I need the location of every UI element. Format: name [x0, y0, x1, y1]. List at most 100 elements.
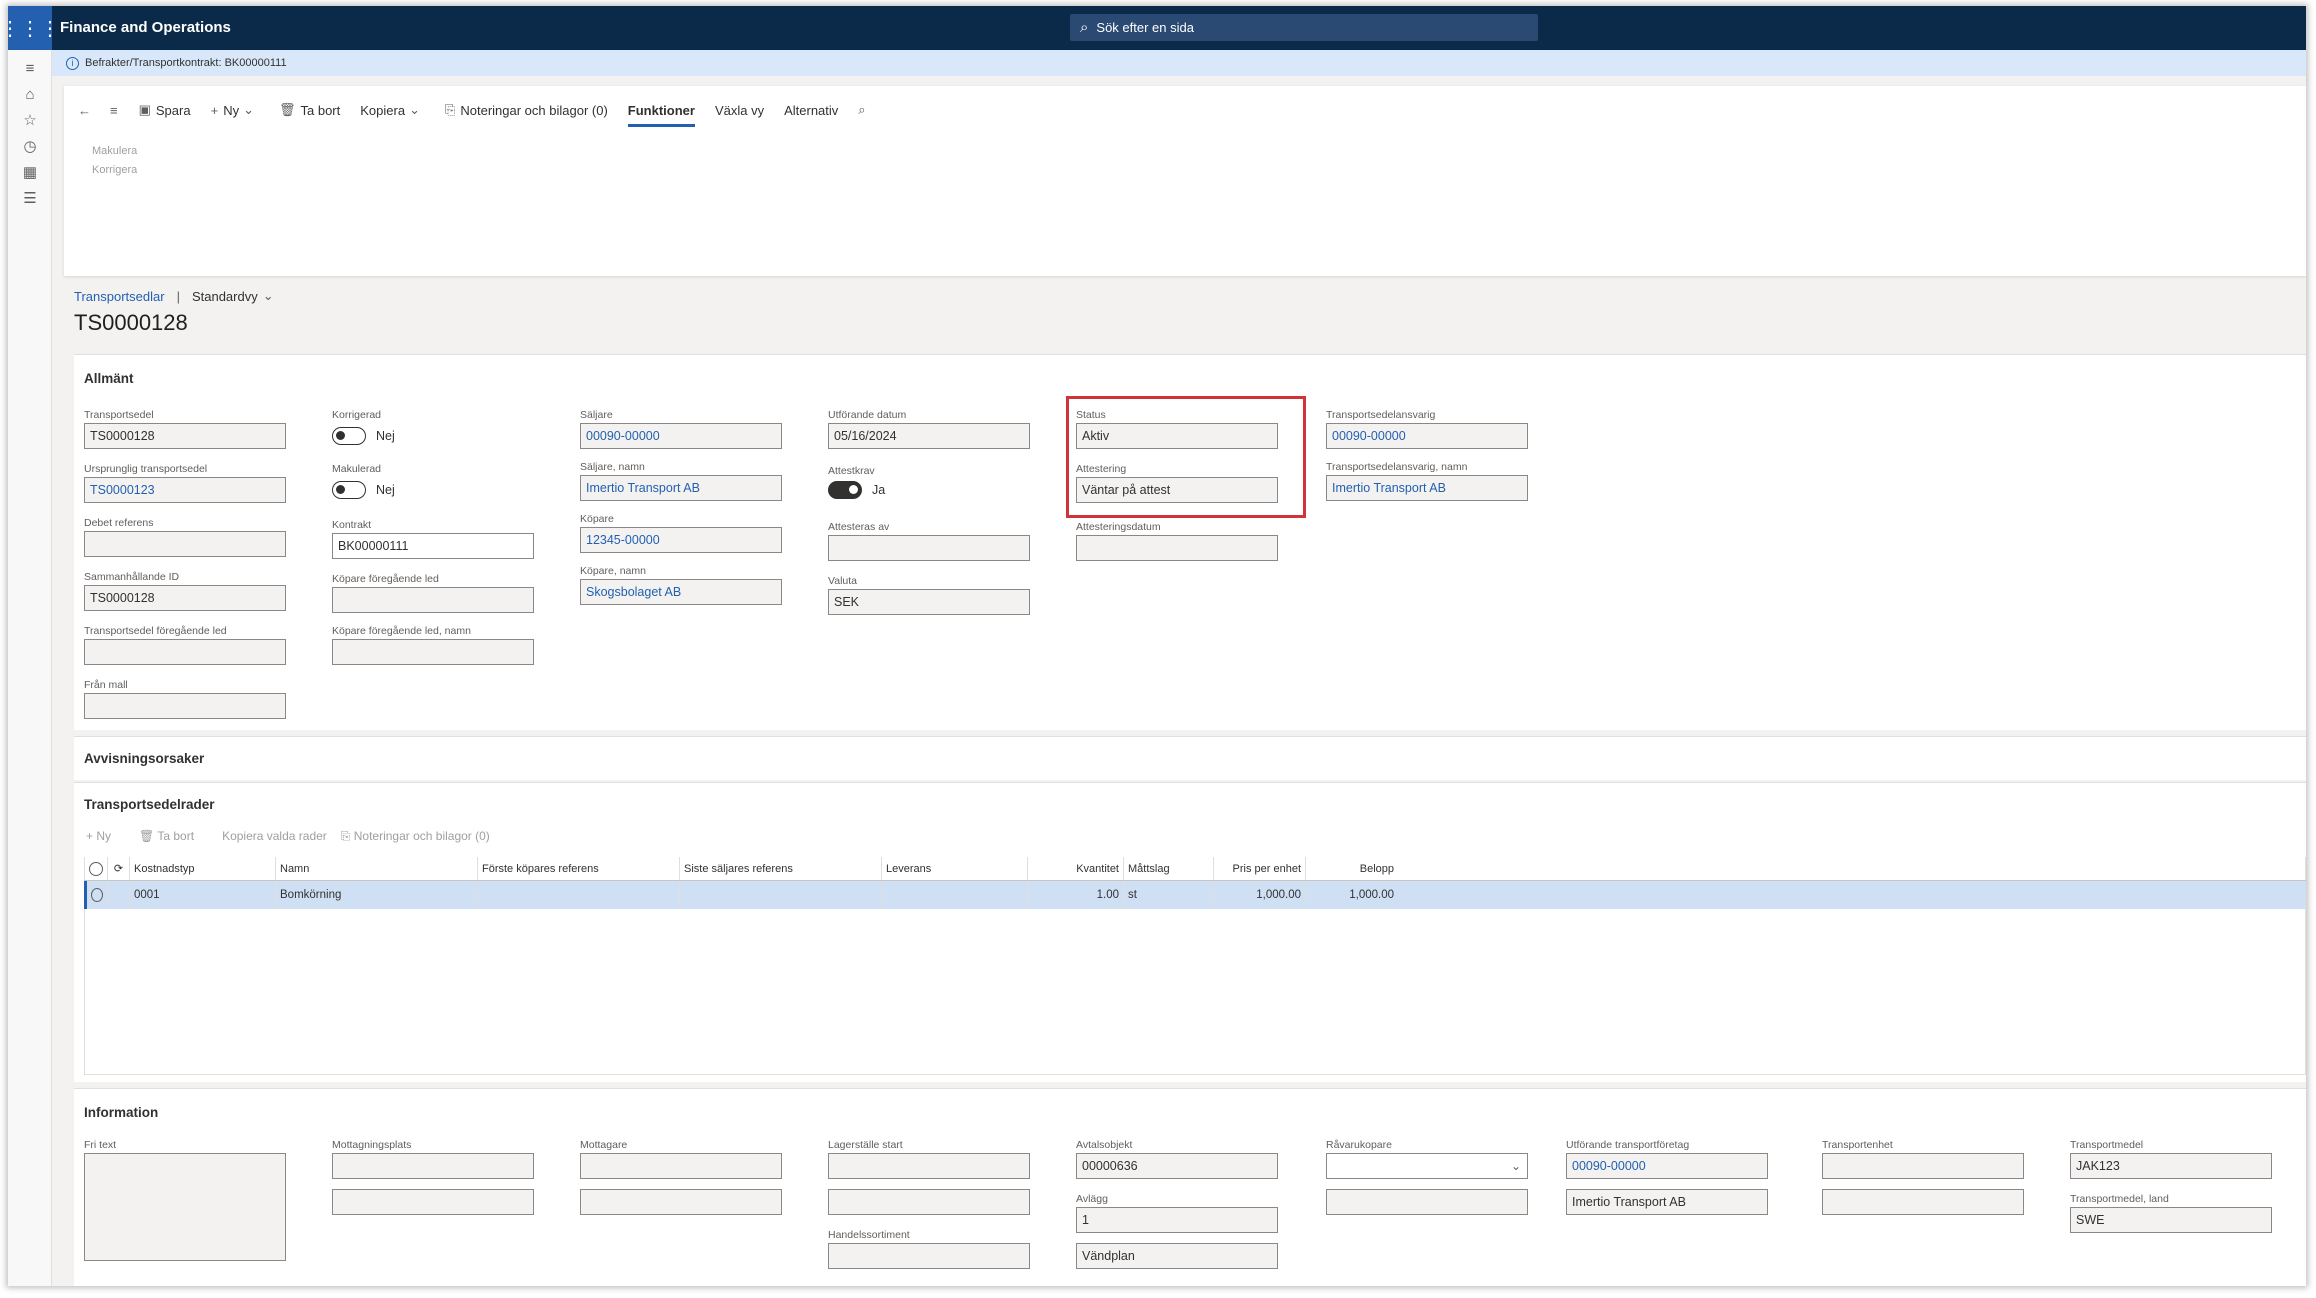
select-all-checkbox[interactable] [84, 857, 108, 880]
avtalsobjekt-field[interactable]: 00000636 [1076, 1153, 1278, 1179]
utforande-transportforetag-field[interactable]: 00090-00000 [1566, 1153, 1768, 1179]
favorites-star-icon[interactable]: ☆ [18, 108, 42, 132]
col-forste-kopares-referens[interactable]: Förste köpares referens [478, 857, 680, 880]
col-siste-saljares-referens[interactable]: Siste säljares referens [680, 857, 882, 880]
kopare-foregaende-field[interactable] [332, 587, 534, 613]
toggle-switch[interactable] [828, 481, 862, 499]
app-launcher-icon[interactable]: ⋮⋮⋮ [8, 6, 60, 50]
tab-funktioner[interactable]: Funktioner [627, 97, 695, 127]
view-selector[interactable]: Standardvy [192, 289, 258, 304]
debet-referens-field[interactable] [84, 531, 286, 557]
cell-kvantitet[interactable]: 1.00 [1028, 881, 1124, 909]
lagerstalle-start-field[interactable] [828, 1153, 1030, 1179]
mottagningsplats-namn-field[interactable] [332, 1189, 534, 1215]
cell-namn[interactable]: Bomkörning [276, 881, 478, 909]
col-mattslag[interactable]: Måttslag [1124, 857, 1214, 880]
transportmedel-land-field[interactable]: SWE [2070, 1207, 2272, 1233]
cell-mattslag[interactable]: st [1124, 881, 1214, 909]
ravarukopare-dropdown[interactable]: ⌄ [1326, 1153, 1528, 1179]
handelssortiment-field[interactable] [828, 1243, 1030, 1269]
col-kvantitet[interactable]: Kvantitet [1028, 857, 1124, 880]
section-information-header[interactable]: Information [84, 1105, 158, 1120]
section-avvisningsorsaker-header[interactable]: Avvisningsorsaker [84, 751, 204, 766]
recent-clock-icon[interactable]: ◷ [18, 134, 42, 158]
makulera-menu-item[interactable]: Makulera [92, 142, 137, 161]
cell-pris-per-enhet[interactable]: 1,000.00 [1214, 881, 1306, 909]
col-namn[interactable]: Namn [276, 857, 478, 880]
makulerad-toggle[interactable]: Nej [332, 481, 395, 499]
mottagare-field[interactable] [580, 1153, 782, 1179]
attesteringsdatum-field[interactable] [1076, 535, 1278, 561]
refresh-icon[interactable]: ⟳ [108, 857, 130, 880]
col-pris-per-enhet[interactable]: Pris per enhet [1214, 857, 1306, 880]
col-leverans[interactable]: Leverans [882, 857, 1028, 880]
grid-delete-button[interactable]: 🗑 Ta bort [139, 829, 208, 844]
cell-siste-saljares-referens[interactable] [680, 881, 882, 909]
fran-mall-field[interactable] [84, 693, 286, 719]
transportsedel-foregaende-field[interactable] [84, 639, 286, 665]
kontrakt-field[interactable]: BK00000111 [332, 533, 534, 559]
lagerstalle-namn-field[interactable] [828, 1189, 1030, 1215]
section-allmant-header[interactable]: Allmänt [84, 371, 134, 386]
notes-label: Noteringar och bilagor (0) [460, 102, 608, 118]
transportsedelansvarig-field[interactable]: 00090-00000 [1326, 423, 1528, 449]
toolbar-search-button[interactable]: ⌕ [858, 86, 870, 134]
cell-kostnadstyp[interactable]: 0001 [130, 881, 276, 909]
valuta-field[interactable]: SEK [828, 589, 1030, 615]
tab-alternativ[interactable]: Alternativ [784, 86, 838, 134]
transportsedelansvarig-namn-field[interactable]: Imertio Transport AB [1326, 475, 1528, 501]
new-button[interactable]: + Ny ⌄ [211, 86, 259, 134]
transportsedel-field[interactable]: TS0000128 [84, 423, 286, 449]
fri-text-field[interactable] [84, 1153, 286, 1261]
ursprunglig-transportsedel-field[interactable]: TS0000123 [84, 477, 286, 503]
cell-forste-kopares-referens[interactable] [478, 881, 680, 909]
cell-belopp[interactable]: 1,000.00 [1306, 881, 1398, 909]
notes-button[interactable]: ⎘ Noteringar och bilagor (0) [445, 86, 608, 134]
sammanhallande-id-field[interactable]: TS0000128 [84, 585, 286, 611]
workspaces-icon[interactable]: ▦ [18, 160, 42, 184]
kopare-namn-field[interactable]: Skogsbolaget AB [580, 579, 782, 605]
transportmedel-field[interactable]: JAK123 [2070, 1153, 2272, 1179]
korrigera-menu-item[interactable]: Korrigera [92, 161, 137, 180]
attestkrav-toggle[interactable]: Ja [828, 481, 885, 499]
attesteras-av-field[interactable] [828, 535, 1030, 561]
cell-leverans[interactable] [882, 881, 1028, 909]
delete-button[interactable]: 🗑 Ta bort [279, 86, 340, 134]
back-button[interactable]: ← [78, 86, 96, 134]
search-box[interactable]: ⌕ Sök efter en sida [1070, 14, 1538, 41]
hamburger-menu-icon[interactable]: ≡ [18, 56, 42, 80]
modules-list-icon[interactable]: ☰ [18, 186, 42, 210]
row-select-radio[interactable] [87, 881, 108, 909]
toggle-switch[interactable] [332, 427, 366, 445]
col-belopp[interactable]: Belopp [1306, 857, 1398, 880]
mottagningsplats-field[interactable] [332, 1153, 534, 1179]
avlagg-field[interactable]: 1 [1076, 1207, 1278, 1233]
transportenhet-namn-field[interactable] [1822, 1189, 2024, 1215]
breadcrumb-link[interactable]: Transportsedlar [74, 289, 165, 304]
kopare-field[interactable]: 12345-00000 [580, 527, 782, 553]
utforande-datum-field[interactable]: 05/16/2024 [828, 423, 1030, 449]
home-icon[interactable]: ⌂ [18, 82, 42, 106]
table-row[interactable]: 0001 Bomkörning 1.00 st 1,000.00 1,000.0… [84, 881, 2306, 909]
grid-copy-button[interactable]: Kopiera valda rader [222, 829, 327, 844]
menu-toggle-button[interactable]: ≡ [110, 86, 123, 134]
mottagare-namn-field[interactable] [580, 1189, 782, 1215]
grid-notes-button[interactable]: ⎘ Noteringar och bilagor (0) [341, 829, 504, 844]
saljare-field[interactable]: 00090-00000 [580, 423, 782, 449]
kopare-foregaende-namn-field[interactable] [332, 639, 534, 665]
section-transportsedelrader-header[interactable]: Transportsedelrader [84, 797, 215, 812]
utforande-transportforetag-namn-field[interactable]: Imertio Transport AB [1566, 1189, 1768, 1215]
saljare-namn-field[interactable]: Imertio Transport AB [580, 475, 782, 501]
copy-button[interactable]: Kopiera ⌄ [360, 86, 425, 134]
grid-new-button[interactable]: + Ny [86, 829, 125, 844]
tab-vaxla-vy[interactable]: Växla vy [715, 86, 764, 134]
col-kostnadstyp[interactable]: Kostnadstyp [130, 857, 276, 880]
toggle-switch[interactable] [332, 481, 366, 499]
chevron-down-icon[interactable]: ⌄ [1511, 1159, 1521, 1173]
avlagg-namn-field[interactable]: Vändplan [1076, 1243, 1278, 1269]
ravarukopare-namn-field[interactable] [1326, 1189, 1528, 1215]
transportenhet-field[interactable] [1822, 1153, 2024, 1179]
korrigerad-toggle[interactable]: Nej [332, 427, 395, 445]
chevron-down-icon[interactable]: ⌄ [263, 288, 274, 304]
save-button[interactable]: ▣ Spara [139, 86, 191, 134]
